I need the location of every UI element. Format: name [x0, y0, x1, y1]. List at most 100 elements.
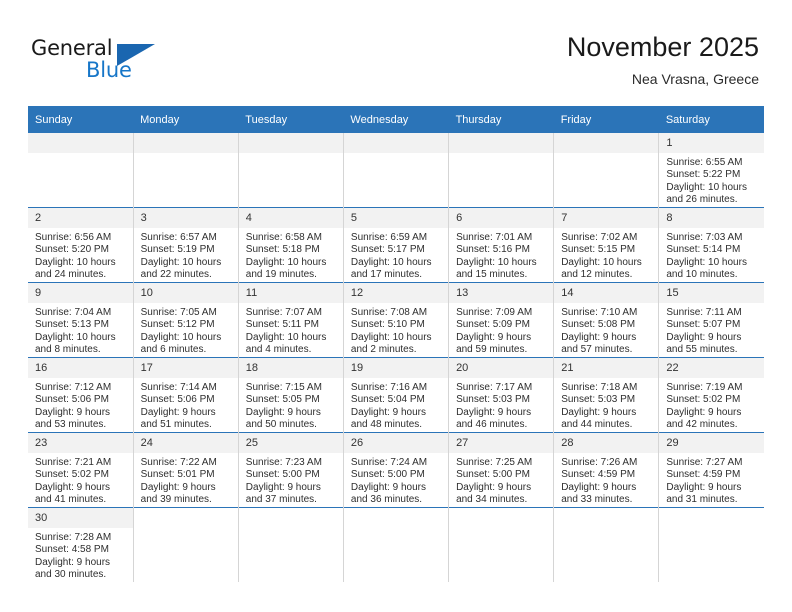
calendar-day-cell[interactable]: 15 Sunrise: 7:11 AM Sunset: 5:07 PM Dayligh…	[658, 282, 764, 358]
sunrise-text: Sunrise: 7:19 AM	[666, 382, 743, 393]
day-number: 17	[133, 358, 238, 378]
daylight-text-line2: and 22 minutes.	[140, 269, 212, 281]
daylight-text-line2: and 57 minutes.	[561, 344, 633, 356]
day-sun-info: Sunrise: 6:59 AM Sunset: 5:17 PM Daylight:…	[344, 228, 448, 282]
calendar-day-cell[interactable]: 16 Sunrise: 7:12 AM Sunset: 5:06 PM Dayligh…	[28, 357, 134, 433]
daylight-text-line2: and 8 minutes.	[35, 344, 101, 356]
sunset-text: Sunset: 5:08 PM	[561, 319, 636, 331]
calendar-day-cell[interactable]: 25 Sunrise: 7:23 AM Sunset: 5:00 PM Dayligh…	[238, 432, 344, 508]
daylight-text-line1: Daylight: 9 hours	[456, 481, 532, 493]
calendar-day-cell[interactable]: 27 Sunrise: 7:25 AM Sunset: 5:00 PM Dayligh…	[448, 432, 555, 508]
day-sun-info: Sunrise: 7:18 AM Sunset: 5:03 PM Daylight:…	[554, 378, 658, 432]
calendar-day-cell[interactable]: 13 Sunrise: 7:09 AM Sunset: 5:09 PM Dayligh…	[448, 282, 555, 358]
sunrise-text: Sunrise: 7:01 AM	[456, 232, 533, 243]
calendar-day-cell[interactable]: 20 Sunrise: 7:17 AM Sunset: 5:03 PM Dayligh…	[448, 357, 555, 433]
sunset-text: Sunset: 5:19 PM	[140, 244, 215, 256]
sunset-text: Sunset: 4:58 PM	[35, 544, 109, 556]
day-number: 6	[449, 208, 554, 228]
calendar-day-cell[interactable]: 8 Sunrise: 7:03 AM Sunset: 5:14 PM Daylight…	[658, 207, 764, 283]
sunset-text: Sunset: 5:14 PM	[666, 244, 741, 256]
daylight-text-line1: Daylight: 9 hours	[561, 481, 637, 493]
sunrise-text: Sunrise: 7:25 AM	[456, 457, 533, 468]
daylight-text-line2: and 2 minutes.	[350, 344, 417, 356]
daylight-text-line1: Daylight: 10 hours	[245, 256, 327, 268]
sunset-text: Sunset: 5:17 PM	[350, 244, 425, 256]
sunrise-text: Sunrise: 7:11 AM	[666, 307, 742, 318]
daylight-text-line2: and 10 minutes.	[666, 269, 738, 281]
day-number: 11	[238, 283, 343, 303]
day-number: 12	[343, 283, 449, 303]
calendar-week-row: 1 Sunrise: 6:55 AM Sunset: 5:22 PM Daylight…	[28, 133, 764, 208]
calendar-day-cell[interactable]: 11 Sunrise: 7:07 AM Sunset: 5:11 PM Dayligh…	[238, 282, 344, 358]
daylight-text-line1: Daylight: 9 hours	[140, 481, 216, 493]
day-number: 25	[238, 433, 343, 453]
day-number: 19	[343, 358, 449, 378]
page-subtitle: Nea Vrasna, Greece	[631, 71, 759, 87]
daylight-text-line2: and 17 minutes.	[350, 269, 423, 281]
day-sun-info: Sunrise: 7:21 AM Sunset: 5:02 PM Daylight:…	[28, 453, 133, 507]
calendar-day-cell[interactable]: 9 Sunrise: 7:04 AM Sunset: 5:13 PM Daylight…	[28, 282, 134, 358]
calendar-day-cell[interactable]: 10 Sunrise: 7:05 AM Sunset: 5:12 PM Dayligh…	[133, 282, 239, 358]
calendar-day-cell[interactable]: 24 Sunrise: 7:22 AM Sunset: 5:01 PM Dayligh…	[133, 432, 239, 508]
calendar-day-cell[interactable]: 30 Sunrise: 7:28 AM Sunset: 4:58 PM Dayligh…	[28, 507, 134, 582]
sunrise-text: Sunrise: 7:16 AM	[350, 382, 428, 393]
general-blue-logo[interactable]: General Blue	[31, 36, 211, 88]
calendar-day-cell[interactable]: 21 Sunrise: 7:18 AM Sunset: 5:03 PM Dayligh…	[553, 357, 660, 433]
daylight-text-line2: and 48 minutes.	[350, 419, 423, 431]
calendar-day-cell[interactable]: 12 Sunrise: 7:08 AM Sunset: 5:10 PM Dayligh…	[343, 282, 450, 358]
calendar-day-cell[interactable]: 1 Sunrise: 6:55 AM Sunset: 5:22 PM Daylight…	[658, 133, 764, 208]
sunrise-text: Sunrise: 7:28 AM	[35, 532, 112, 543]
daylight-text-line2: and 30 minutes.	[35, 569, 107, 581]
calendar-empty-cell	[448, 507, 555, 582]
sunset-text: Sunset: 5:12 PM	[140, 319, 215, 331]
calendar-day-cell[interactable]: 29 Sunrise: 7:27 AM Sunset: 4:59 PM Dayligh…	[658, 432, 764, 508]
sunrise-text: Sunrise: 7:23 AM	[245, 457, 322, 468]
calendar-day-cell[interactable]: 18 Sunrise: 7:15 AM Sunset: 5:05 PM Dayligh…	[238, 357, 344, 433]
sunrise-text: Sunrise: 7:18 AM	[561, 382, 638, 393]
daylight-text-line2: and 42 minutes.	[666, 419, 738, 431]
daylight-text-line2: and 53 minutes.	[35, 419, 107, 431]
daylight-text-line2: and 19 minutes.	[245, 269, 317, 281]
sunrise-text: Sunrise: 7:21 AM	[35, 457, 112, 468]
day-number: 5	[343, 208, 449, 228]
day-sun-info: Sunrise: 6:56 AM Sunset: 5:20 PM Daylight:…	[28, 228, 133, 282]
calendar-empty-cell	[133, 507, 239, 582]
calendar-day-cell[interactable]: 2 Sunrise: 6:56 AM Sunset: 5:20 PM Daylight…	[28, 207, 134, 283]
calendar-day-cell[interactable]: 26 Sunrise: 7:24 AM Sunset: 5:00 PM Dayligh…	[343, 432, 450, 508]
day-number	[28, 133, 133, 153]
calendar-day-cell[interactable]: 22 Sunrise: 7:19 AM Sunset: 5:02 PM Dayligh…	[658, 357, 764, 433]
calendar-day-cell[interactable]: 7 Sunrise: 7:02 AM Sunset: 5:15 PM Daylight…	[553, 207, 660, 283]
daylight-text-line1: Daylight: 10 hours	[350, 256, 432, 268]
calendar-day-cell[interactable]: 5 Sunrise: 6:59 AM Sunset: 5:17 PM Daylight…	[343, 207, 450, 283]
day-number	[133, 133, 238, 153]
daylight-text-line2: and 51 minutes.	[140, 419, 212, 431]
calendar-day-cell[interactable]: 3 Sunrise: 6:57 AM Sunset: 5:19 PM Daylight…	[133, 207, 239, 283]
calendar-day-cell[interactable]: 23 Sunrise: 7:21 AM Sunset: 5:02 PM Dayligh…	[28, 432, 134, 508]
day-sun-info: Sunrise: 7:03 AM Sunset: 5:14 PM Daylight:…	[659, 228, 764, 282]
sunset-text: Sunset: 4:59 PM	[561, 469, 636, 481]
sunrise-text: Sunrise: 7:03 AM	[666, 232, 743, 243]
sunset-text: Sunset: 5:02 PM	[35, 469, 109, 481]
calendar-day-cell[interactable]: 14 Sunrise: 7:10 AM Sunset: 5:08 PM Dayligh…	[553, 282, 660, 358]
sunset-text: Sunset: 5:11 PM	[245, 319, 319, 331]
daylight-text-line2: and 44 minutes.	[561, 419, 633, 431]
daylight-text-line1: Daylight: 9 hours	[35, 481, 111, 493]
day-sun-info: Sunrise: 7:02 AM Sunset: 5:15 PM Daylight:…	[554, 228, 658, 282]
calendar-day-cell[interactable]: 28 Sunrise: 7:26 AM Sunset: 4:59 PM Dayligh…	[553, 432, 660, 508]
calendar-day-cell[interactable]: 6 Sunrise: 7:01 AM Sunset: 5:16 PM Daylight…	[448, 207, 555, 283]
calendar-day-cell[interactable]: 19 Sunrise: 7:16 AM Sunset: 5:04 PM Dayligh…	[343, 357, 450, 433]
calendar-week-row: 23 Sunrise: 7:21 AM Sunset: 5:02 PM Dayligh…	[28, 432, 764, 508]
calendar-day-cell[interactable]: 4 Sunrise: 6:58 AM Sunset: 5:18 PM Daylight…	[238, 207, 344, 283]
daylight-text-line2: and 31 minutes.	[666, 494, 738, 506]
day-sun-info: Sunrise: 7:23 AM Sunset: 5:00 PM Daylight:…	[239, 453, 343, 507]
daylight-text-line2: and 26 minutes.	[666, 194, 738, 206]
daylight-text-line1: Daylight: 9 hours	[350, 481, 426, 493]
calendar-day-cell[interactable]: 17 Sunrise: 7:14 AM Sunset: 5:06 PM Dayligh…	[133, 357, 239, 433]
day-number: 9	[28, 283, 133, 303]
sunset-text: Sunset: 4:59 PM	[666, 469, 741, 481]
day-number	[238, 133, 343, 153]
sunset-text: Sunset: 5:01 PM	[140, 469, 215, 481]
day-sun-info: Sunrise: 7:10 AM Sunset: 5:08 PM Daylight:…	[554, 303, 658, 357]
sunset-text: Sunset: 5:16 PM	[456, 244, 530, 256]
daylight-text-line2: and 15 minutes.	[456, 269, 528, 281]
